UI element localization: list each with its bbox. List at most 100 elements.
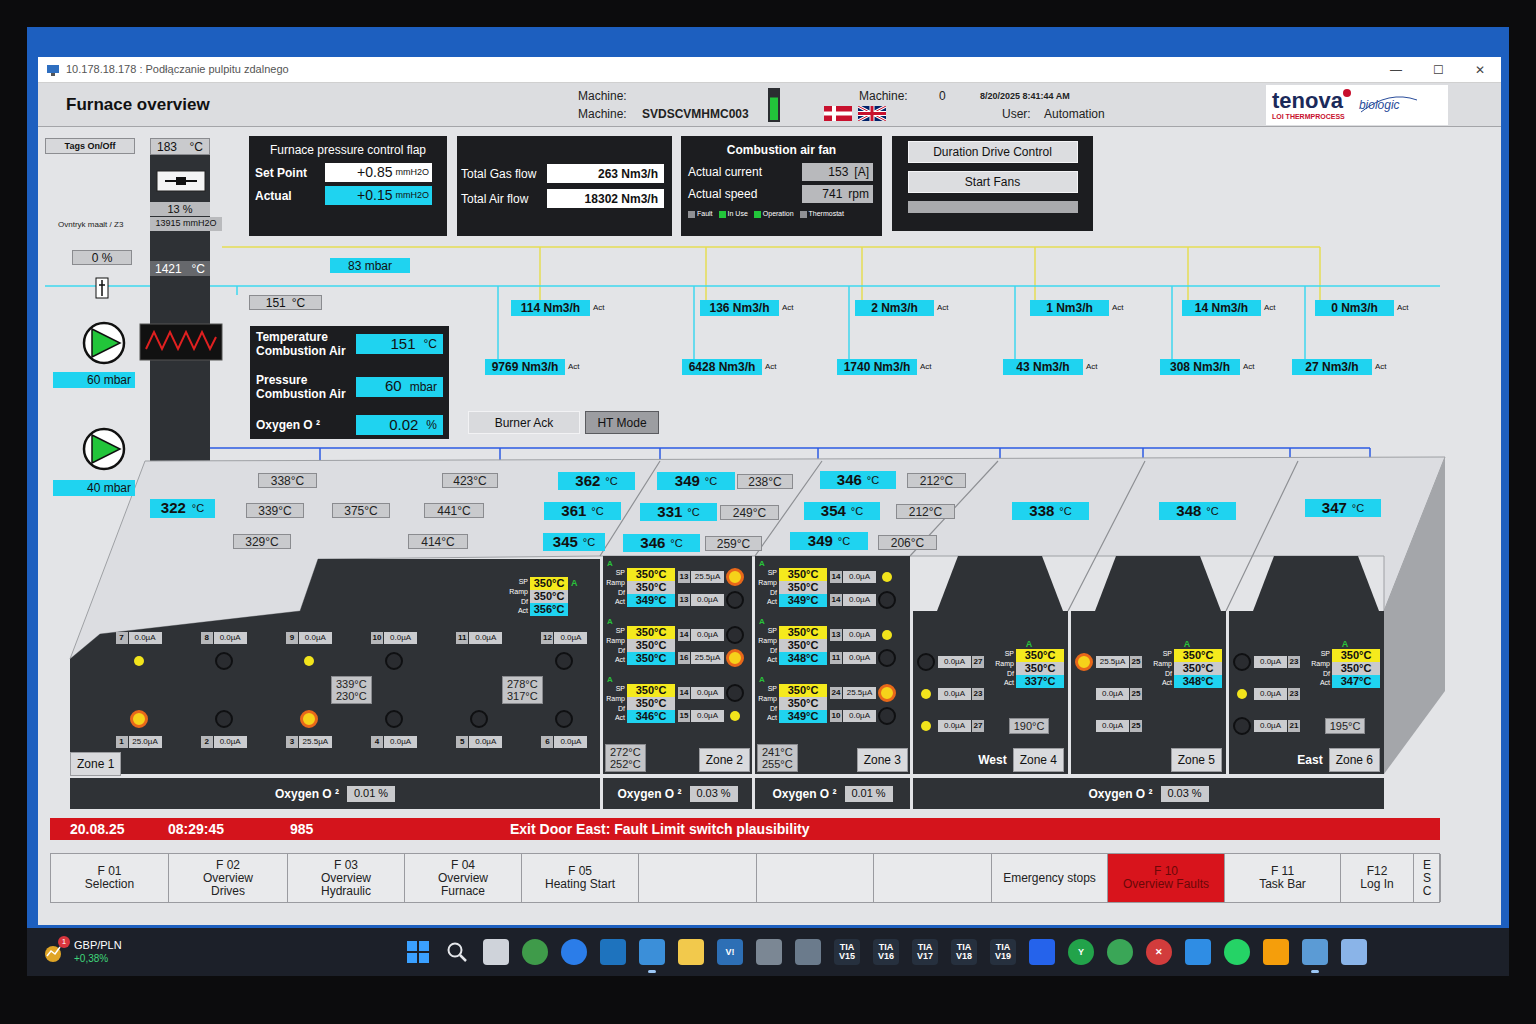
taskbar-item[interactable]: TIAV19 bbox=[989, 928, 1017, 976]
burner[interactable]: 125.0µA bbox=[115, 710, 162, 748]
app-icon[interactable]: TIAV17 bbox=[912, 939, 938, 965]
burner[interactable]: 110.0µA bbox=[830, 649, 896, 667]
burner[interactable]: 20.0µA bbox=[200, 710, 247, 748]
burner[interactable]: 150.0µA bbox=[678, 707, 744, 725]
taskbar-item[interactable]: ✕ bbox=[1145, 928, 1173, 976]
app-icon[interactable] bbox=[1185, 939, 1211, 965]
function-key[interactable]: F 10Overview Faults bbox=[1108, 854, 1225, 902]
burner[interactable]: 0.0µA23 bbox=[1233, 653, 1303, 671]
app-icon[interactable] bbox=[600, 939, 626, 965]
app-icon[interactable] bbox=[1302, 939, 1328, 965]
uk-flag-icon[interactable] bbox=[858, 106, 886, 121]
taskbar-item[interactable] bbox=[794, 928, 822, 976]
window-control-button[interactable]: — bbox=[1375, 57, 1417, 83]
burner[interactable]: 120.0µA bbox=[541, 632, 588, 670]
action-button[interactable]: Burner Ack bbox=[468, 411, 580, 434]
function-key[interactable]: F 03OverviewHydraulic bbox=[288, 854, 405, 902]
app-icon[interactable]: TIAV15 bbox=[834, 939, 860, 965]
app-icon[interactable] bbox=[639, 939, 665, 965]
burner[interactable]: 325.5µA bbox=[285, 710, 332, 748]
function-key[interactable]: F 04OverviewFurnace bbox=[405, 854, 522, 902]
app-icon[interactable] bbox=[678, 939, 704, 965]
taskbar-item[interactable] bbox=[404, 928, 432, 976]
taskbar-item[interactable] bbox=[1184, 928, 1212, 976]
taskbar-item[interactable] bbox=[599, 928, 627, 976]
burner[interactable]: 70.0µA bbox=[115, 632, 162, 670]
function-key[interactable]: Emergency stops bbox=[992, 854, 1108, 902]
burner[interactable]: 0.0µA27 bbox=[917, 653, 987, 671]
function-key[interactable]: F 05Heating Start bbox=[522, 854, 639, 902]
burner[interactable]: 60.0µA bbox=[541, 710, 588, 748]
burner[interactable]: 140.0µA bbox=[678, 626, 744, 644]
function-key[interactable]: F12Log In bbox=[1341, 854, 1414, 902]
burner[interactable]: 140.0µA bbox=[830, 568, 896, 586]
taskbar-item[interactable]: TIAV16 bbox=[872, 928, 900, 976]
taskbar-item[interactable] bbox=[1340, 928, 1368, 976]
burner[interactable]: 80.0µA bbox=[200, 632, 247, 670]
app-icon[interactable] bbox=[1263, 939, 1289, 965]
app-icon[interactable] bbox=[1341, 939, 1367, 965]
app-icon[interactable]: ✕ bbox=[1146, 939, 1172, 965]
burner[interactable]: 50.0µA bbox=[456, 710, 503, 748]
function-key[interactable]: ESC bbox=[1414, 854, 1441, 902]
burner[interactable]: 0.0µA25 bbox=[1075, 685, 1145, 703]
window-control-button[interactable]: ☐ bbox=[1417, 57, 1459, 83]
app-icon[interactable] bbox=[756, 939, 782, 965]
taskbar-item[interactable] bbox=[1028, 928, 1056, 976]
ticker-widget[interactable]: 1GBP/PLN+0,38% bbox=[27, 938, 404, 966]
taskbar-item[interactable] bbox=[521, 928, 549, 976]
burner[interactable]: 1625.5µA bbox=[678, 649, 744, 667]
windows-start-icon[interactable] bbox=[407, 941, 429, 963]
taskbar-item[interactable] bbox=[1301, 928, 1329, 976]
burner[interactable]: 1325.5µA bbox=[678, 568, 744, 586]
alarm-bar[interactable]: 20.08.2508:29:45985Exit Door East: Fault… bbox=[50, 818, 1440, 840]
burner[interactable]: 110.0µA bbox=[456, 632, 503, 670]
app-icon[interactable] bbox=[522, 939, 548, 965]
taskbar-item[interactable] bbox=[1223, 928, 1251, 976]
taskbar-item[interactable] bbox=[560, 928, 588, 976]
function-key[interactable] bbox=[639, 854, 757, 902]
burner[interactable]: 140.0µA bbox=[830, 591, 896, 609]
burner[interactable]: 0.0µA25 bbox=[1075, 717, 1145, 735]
taskbar-item[interactable] bbox=[1262, 928, 1290, 976]
app-icon[interactable]: TIAV18 bbox=[951, 939, 977, 965]
taskbar-item[interactable] bbox=[1106, 928, 1134, 976]
drive-control-button[interactable]: Duration Drive Control bbox=[908, 141, 1078, 163]
app-icon[interactable]: TIAV16 bbox=[873, 939, 899, 965]
burner[interactable]: 0.0µA23 bbox=[1233, 685, 1303, 703]
taskbar-item[interactable]: V! bbox=[716, 928, 744, 976]
burner[interactable]: 0.0µA27 bbox=[917, 717, 987, 735]
function-key[interactable]: F 02OverviewDrives bbox=[169, 854, 288, 902]
tags-toggle-button[interactable]: Tags On/Off bbox=[45, 138, 135, 154]
taskbar-item[interactable]: TIAV17 bbox=[911, 928, 939, 976]
app-icon[interactable] bbox=[483, 939, 509, 965]
burner[interactable]: 100.0µA bbox=[830, 707, 896, 725]
burner[interactable]: 0.0µA23 bbox=[917, 685, 987, 703]
app-icon[interactable]: TIAV19 bbox=[990, 939, 1016, 965]
function-key[interactable] bbox=[874, 854, 992, 902]
app-icon[interactable] bbox=[795, 939, 821, 965]
taskbar-item[interactable]: Y bbox=[1067, 928, 1095, 976]
pump[interactable] bbox=[82, 321, 126, 365]
burner[interactable]: 2425.5µA bbox=[830, 684, 896, 702]
burner[interactable]: 40.0µA bbox=[371, 710, 418, 748]
function-key[interactable] bbox=[757, 854, 874, 902]
taskbar-item[interactable] bbox=[755, 928, 783, 976]
drive-control-button[interactable]: Start Fans bbox=[908, 171, 1078, 193]
burner[interactable]: 90.0µA bbox=[285, 632, 332, 670]
taskbar-item[interactable] bbox=[482, 928, 510, 976]
app-icon[interactable] bbox=[1029, 939, 1055, 965]
burner[interactable]: 25.5µA25 bbox=[1075, 653, 1145, 671]
window-control-button[interactable]: ✕ bbox=[1459, 57, 1501, 83]
app-icon[interactable]: Y bbox=[1068, 939, 1094, 965]
burner[interactable]: 130.0µA bbox=[830, 626, 896, 644]
burner[interactable]: 140.0µA bbox=[678, 684, 744, 702]
action-button[interactable]: HT Mode bbox=[585, 411, 659, 434]
burner[interactable]: 130.0µA bbox=[678, 591, 744, 609]
app-icon[interactable] bbox=[561, 939, 587, 965]
taskbar-item[interactable] bbox=[677, 928, 705, 976]
search-icon[interactable] bbox=[446, 941, 468, 963]
app-icon[interactable]: V! bbox=[717, 939, 743, 965]
burner[interactable]: 100.0µA bbox=[371, 632, 418, 670]
app-icon[interactable] bbox=[1224, 939, 1250, 965]
